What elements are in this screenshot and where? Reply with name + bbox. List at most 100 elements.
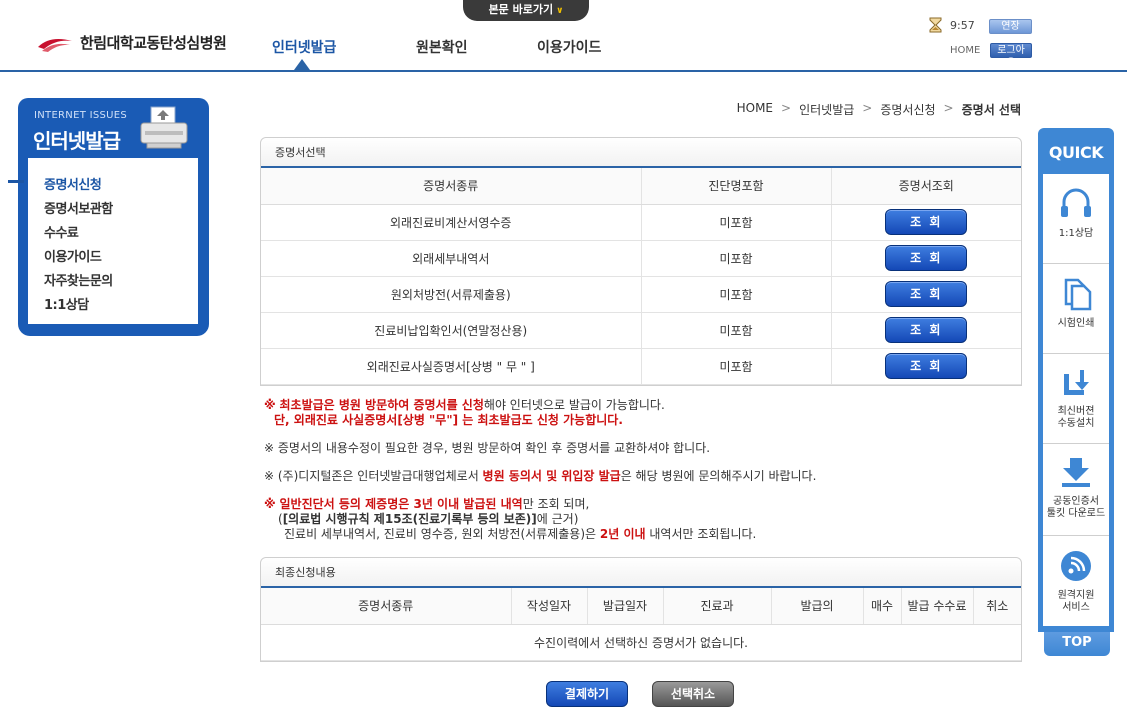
home-link[interactable]: HOME [950,45,980,56]
hourglass-icon [929,17,942,33]
cert-name: 진료비납입확인서(연말정산용) [261,312,642,349]
lookup-button[interactable]: 조 회 [885,281,968,307]
sidebar-item-fees[interactable]: 수수료 [44,222,79,241]
breadcrumb-cert-request[interactable]: 증명서신청 [880,101,935,118]
cert-diagnosis: 미포함 [641,240,832,277]
table-row: 외래세부내역서 미포함 조 회 [261,240,1021,277]
quick-item-remote[interactable]: 원격지원 서비스 [1043,536,1109,626]
download-icon [1062,458,1090,487]
sidebar-item-faq[interactable]: 자주찾는문의 [44,270,113,289]
table-header-row: 증명서종류 진단명포함 증명서조회 [261,168,1021,205]
breadcrumb-separator: > [862,101,873,115]
cancel-selection-button[interactable]: 선택취소 [652,681,734,707]
final-request-title: 최종신청내용 [261,558,1021,588]
sidebar-title: 인터넷발급 [33,129,121,153]
breadcrumb-current: 증명서 선택 [961,103,1021,117]
cert-name: 외래세부내역서 [261,240,642,277]
sidebar: INTERNET ISSUES 인터넷발급 증명서신청 증명서보관함 수수료 이… [8,98,209,336]
nav-internet-issue[interactable]: 인터넷발급 [272,37,336,57]
logout-button[interactable]: 로그아웃 [990,43,1032,69]
table-row: 외래진료사실증명서[상병 " 무 " ] 미포함 조 회 [261,348,1021,385]
cert-name: 외래진료사실증명서[상병 " 무 " ] [261,348,642,385]
headset-icon [1061,188,1091,217]
quick-label: 최신버젼 수동설치 [1057,406,1095,429]
breadcrumb-home[interactable]: HOME [737,101,773,118]
sidebar-item-consult[interactable]: 1:1상담 [44,294,89,313]
col-diagnosis: 진단명포함 [641,168,832,205]
header: 한림대학교동탄성심병원 인터넷발급 원본확인 이용가이드 9:57 연장 HOM… [0,0,1127,72]
col-written-date: 작성일자 [511,588,588,625]
sidebar-item-cert-storage[interactable]: 증명서보관함 [44,198,113,217]
session-time: 9:57 [950,18,975,32]
final-request-panel: 최종신청내용 증명서종류 작성일자 발급일자 진료과 발급의 매수 발급 수수료… [260,557,1022,662]
notice-4-line3: 진료비 세부내역서, 진료비 영수증, 원외 처방전(서류제출용)은 2년 이내… [284,527,757,541]
hallym-logo-icon [38,38,72,52]
col-doctor: 발급의 [771,588,864,625]
final-request-table: 증명서종류 작성일자 발급일자 진료과 발급의 매수 발급 수수료 취소 수진이… [261,588,1021,661]
sidebar-item-guide[interactable]: 이용가이드 [44,246,102,265]
lookup-button[interactable]: 조 회 [885,209,968,235]
cert-diagnosis: 미포함 [641,348,832,385]
extend-session-button[interactable]: 연장 [989,19,1032,34]
col-fee: 발급 수수료 [901,588,974,625]
cert-select-title: 증명서선택 [261,138,1021,168]
remote-icon [1061,551,1091,581]
cert-name: 원외처방전(서류제출용) [261,276,642,313]
lookup-cell: 조 회 [831,348,1021,385]
lookup-cell: 조 회 [831,240,1021,277]
breadcrumb-separator: > [943,101,954,115]
document-icon [1064,278,1092,311]
table-row: 원외처방전(서류제출용) 미포함 조 회 [261,276,1021,313]
lookup-cell: 조 회 [831,276,1021,313]
sidebar-menu: 증명서신청 증명서보관함 수수료 이용가이드 자주찾는문의 1:1상담 [28,158,198,324]
notice-4-line2: ([의료법 시행규칙 제15조(진료기록부 등의 보존)]에 근거) [278,512,579,526]
table-header-row: 증명서종류 작성일자 발급일자 진료과 발급의 매수 발급 수수료 취소 [261,588,1021,625]
nav-original-check[interactable]: 원본확인 [416,37,468,57]
notice-3: ※ (주)디지털존은 인터넷발급대행업체로서 병원 동의서 및 위입장 발급은 … [264,469,817,483]
table-row: 수진이력에서 선택하신 증명서가 없습니다. [261,624,1021,661]
pay-button[interactable]: 결제하기 [546,681,628,707]
notice-1-line2: 단, 외래진료 사실증명서[상병 "무"] 는 최초발급도 신청 가능합니다. [274,413,623,427]
install-icon [1064,370,1089,395]
active-nav-indicator [294,59,310,70]
col-count: 매수 [863,588,902,625]
notice-1: ※ 최초발급은 병원 방문하여 증명서를 신청해야 인터넷으로 발급이 가능합니… [264,398,665,412]
cert-select-table: 증명서종류 진단명포함 증명서조회 외래진료비계산서영수증 미포함 조 회 외래… [261,168,1021,385]
notice-2: ※ 증명서의 내용수정이 필요한 경우, 병원 방문하여 확인 후 증명서를 교… [264,441,711,455]
cert-name: 외래진료비계산서영수증 [261,204,642,241]
quick-item-consult[interactable]: 1:1상담 [1043,174,1109,264]
col-issue-date: 발급일자 [587,588,664,625]
sidebar-item-cert-request[interactable]: 증명서신청 [44,174,102,193]
hospital-logo[interactable]: 한림대학교동탄성심병원 [36,32,227,53]
quick-menu-list: 1:1상담 시험인쇄 최신버젼 수동설치 공동인증서 툴킷 다운로드 원격지원 … [1043,174,1109,626]
breadcrumb-internet-issue[interactable]: 인터넷발급 [799,101,854,118]
scroll-top-button[interactable]: TOP [1044,632,1110,656]
notice-4: ※ 일반진단서 등의 제증명은 3년 이내 발급된 내역만 조회 되며, [264,497,590,511]
lookup-button[interactable]: 조 회 [885,317,968,343]
quick-item-cert-download[interactable]: 공동인증서 툴킷 다운로드 [1043,444,1109,536]
lookup-button[interactable]: 조 회 [885,353,968,379]
nav-user-guide[interactable]: 이용가이드 [537,37,601,57]
sidebar-header: INTERNET ISSUES 인터넷발급 [18,98,209,158]
cert-select-panel: 증명서선택 증명서종류 진단명포함 증명서조회 외래진료비계산서영수증 미포함 … [260,137,1022,386]
col-cert-type: 증명서종류 [261,588,512,625]
lookup-cell: 조 회 [831,204,1021,241]
cert-diagnosis: 미포함 [641,312,832,349]
quick-item-install[interactable]: 최신버젼 수동설치 [1043,354,1109,444]
cert-diagnosis: 미포함 [641,276,832,313]
session-timer: 9:57 [929,17,975,33]
quick-label: 시험인쇄 [1057,318,1095,329]
lookup-cell: 조 회 [831,312,1021,349]
table-row: 진료비납입확인서(연말정산용) 미포함 조 회 [261,312,1021,349]
empty-message: 수진이력에서 선택하신 증명서가 없습니다. [261,624,1021,661]
active-menu-marker [8,180,24,183]
col-cert-type: 증명서종류 [261,168,642,205]
hospital-name: 한림대학교동탄성심병원 [80,34,227,52]
breadcrumb: HOME > 인터넷발급 > 증명서신청 > 증명서 선택 [737,101,1021,118]
breadcrumb-separator: > [781,101,792,115]
lookup-button[interactable]: 조 회 [885,245,968,271]
quick-item-test-print[interactable]: 시험인쇄 [1043,264,1109,354]
quick-label: 원격지원 서비스 [1057,590,1095,613]
printer-icon [140,106,188,149]
table-row: 외래진료비계산서영수증 미포함 조 회 [261,204,1021,241]
